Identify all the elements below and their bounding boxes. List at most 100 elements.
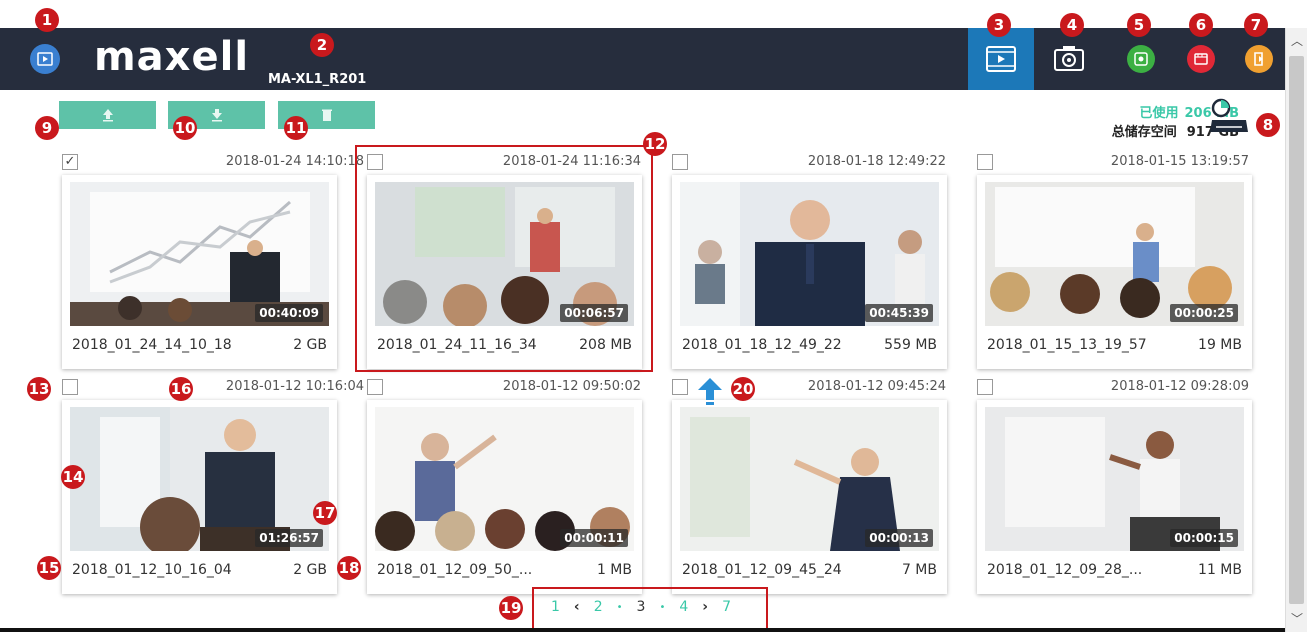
video-thumbnail[interactable]: 00:00:25 bbox=[985, 182, 1244, 326]
callout-badge: 17 bbox=[313, 501, 337, 525]
callout-badge: 16 bbox=[169, 377, 193, 401]
file-name: 2018_01_12_09_28_... bbox=[987, 562, 1143, 578]
video-thumbnail[interactable]: 01:26:57 bbox=[70, 407, 329, 551]
callout-badge: 2 bbox=[310, 33, 334, 57]
upload-button[interactable] bbox=[59, 101, 156, 129]
video-thumbnail[interactable]: 00:00:11 bbox=[375, 407, 634, 551]
callout-badge: 11 bbox=[284, 116, 308, 140]
duration-label: 00:00:15 bbox=[1170, 529, 1238, 547]
page-current[interactable]: 3 bbox=[637, 599, 646, 615]
camera-icon bbox=[1054, 46, 1084, 71]
select-checkbox[interactable] bbox=[977, 154, 993, 170]
file-name: 2018_01_15_13_19_57 bbox=[987, 337, 1147, 353]
video-library-icon bbox=[986, 46, 1016, 72]
callout-badge: 15 bbox=[37, 556, 61, 580]
duration-label: 00:40:09 bbox=[255, 304, 323, 322]
duration-label: 00:00:25 bbox=[1170, 304, 1238, 322]
callout-badge: 1 bbox=[35, 8, 59, 32]
pagination: 1 ‹ 2 • 3 • 4 › 7 bbox=[537, 591, 731, 623]
record-date: 2018-01-24 14:10:18 bbox=[225, 154, 364, 169]
prev-page-icon[interactable]: ‹ bbox=[574, 599, 580, 615]
record-date: 2018-01-12 09:50:02 bbox=[502, 379, 641, 394]
file-size: 2 GB bbox=[293, 337, 327, 353]
file-size: 1 MB bbox=[596, 562, 632, 578]
card-header: 2018-01-15 13:19:57 bbox=[977, 154, 1249, 172]
select-checkbox[interactable] bbox=[672, 379, 688, 395]
device-name: MA-XL1_R201 bbox=[268, 72, 367, 87]
recorder-icon bbox=[1187, 45, 1215, 73]
select-checkbox[interactable] bbox=[672, 154, 688, 170]
duration-label: 00:00:13 bbox=[865, 529, 933, 547]
select-checkbox[interactable]: ✓ bbox=[62, 154, 78, 170]
file-name: 2018_01_12_09_50_... bbox=[377, 562, 533, 578]
callout-badge: 20 bbox=[731, 377, 755, 401]
file-name: 2018_01_12_10_16_04 bbox=[72, 562, 232, 578]
settings-icon bbox=[1127, 45, 1155, 73]
duration-label: 00:45:39 bbox=[865, 304, 933, 322]
bottom-divider bbox=[0, 628, 1285, 632]
video-thumbnail[interactable]: 00:45:39 bbox=[680, 182, 939, 326]
recording-card[interactable]: 00:00:25 2018_01_15_13_19_57 19 MB bbox=[977, 175, 1252, 369]
record-date: 2018-01-12 10:16:04 bbox=[225, 379, 364, 394]
upload-icon bbox=[102, 109, 113, 122]
total-label: 总储存空间 bbox=[1111, 125, 1177, 140]
video-thumbnail[interactable]: 00:40:09 bbox=[70, 182, 329, 326]
scroll-up-icon[interactable]: ︿ bbox=[1290, 34, 1304, 48]
callout-badge: 8 bbox=[1256, 113, 1280, 137]
card-header: ✓ 2018-01-24 14:10:18 bbox=[62, 154, 364, 172]
trash-icon bbox=[321, 109, 332, 121]
separator-dot: • bbox=[659, 601, 666, 613]
scroll-down-icon[interactable]: ﹀ bbox=[1290, 612, 1304, 626]
page-first[interactable]: 1 bbox=[551, 599, 560, 615]
callout-badge: 10 bbox=[173, 116, 197, 140]
callout-badge: 14 bbox=[61, 465, 85, 489]
record-date: 2018-01-15 13:19:57 bbox=[1110, 154, 1249, 169]
file-size: 7 MB bbox=[901, 562, 937, 578]
file-size: 19 MB bbox=[1198, 337, 1242, 353]
recorder-button[interactable] bbox=[1168, 28, 1234, 90]
file-size: 11 MB bbox=[1198, 562, 1242, 578]
video-thumbnail[interactable]: 00:00:13 bbox=[680, 407, 939, 551]
recording-card[interactable]: 00:00:13 2018_01_12_09_45_24 7 MB bbox=[672, 400, 947, 594]
card-header: 2018-01-18 12:49:22 bbox=[672, 154, 946, 172]
callout-badge: 9 bbox=[35, 116, 59, 140]
download-icon bbox=[211, 109, 222, 122]
recording-card[interactable]: 01:26:57 2018_01_12_10_16_04 2 GB bbox=[62, 400, 337, 594]
select-checkbox[interactable] bbox=[367, 379, 383, 395]
next-page-icon[interactable]: › bbox=[702, 599, 708, 615]
card-header: 2018-01-12 09:28:09 bbox=[977, 379, 1249, 397]
record-date: 2018-01-12 09:28:09 bbox=[1110, 379, 1249, 394]
settings-button[interactable] bbox=[1108, 28, 1174, 90]
recording-card[interactable]: 00:40:09 2018_01_24_14_10_18 2 GB bbox=[62, 175, 337, 369]
tab-video-library[interactable] bbox=[968, 28, 1034, 90]
recording-card[interactable]: 00:45:39 2018_01_18_12_49_22 559 MB bbox=[672, 175, 947, 369]
separator-dot: • bbox=[616, 601, 623, 613]
video-thumbnail[interactable]: 00:00:15 bbox=[985, 407, 1244, 551]
video-app-icon[interactable] bbox=[30, 44, 60, 74]
callout-badge: 18 bbox=[337, 556, 361, 580]
recording-card[interactable]: 00:00:11 2018_01_12_09_50_... 1 MB bbox=[367, 400, 642, 594]
page-last[interactable]: 7 bbox=[722, 599, 731, 615]
recording-card[interactable]: 00:00:15 2018_01_12_09_28_... 11 MB bbox=[977, 400, 1252, 594]
vertical-scrollbar[interactable]: ︿ ﹀ bbox=[1285, 28, 1307, 632]
callout-badge: 13 bbox=[27, 377, 51, 401]
page-link[interactable]: 4 bbox=[679, 599, 688, 615]
file-name: 2018_01_24_14_10_18 bbox=[72, 337, 232, 353]
file-name: 2018_01_12_09_45_24 bbox=[682, 562, 842, 578]
logout-button[interactable] bbox=[1226, 28, 1292, 90]
record-date: 2018-01-18 12:49:22 bbox=[807, 154, 946, 169]
used-label: 已使用 bbox=[1139, 106, 1179, 121]
page-link[interactable]: 2 bbox=[594, 599, 603, 615]
file-size: 559 MB bbox=[884, 337, 937, 353]
file-size: 2 GB bbox=[293, 562, 327, 578]
select-checkbox[interactable] bbox=[62, 379, 78, 395]
uploading-arrow-icon bbox=[698, 378, 722, 405]
tab-camera[interactable] bbox=[1036, 28, 1102, 90]
duration-label: 01:26:57 bbox=[255, 529, 323, 547]
select-checkbox[interactable] bbox=[977, 379, 993, 395]
card-header: 2018-01-12 09:50:02 bbox=[367, 379, 641, 397]
scrollbar-thumb[interactable] bbox=[1289, 56, 1304, 604]
brand-logo: maxell bbox=[94, 34, 250, 80]
record-date: 2018-01-12 09:45:24 bbox=[807, 379, 946, 394]
card-header: 2018-01-12 10:16:04 bbox=[62, 379, 364, 397]
